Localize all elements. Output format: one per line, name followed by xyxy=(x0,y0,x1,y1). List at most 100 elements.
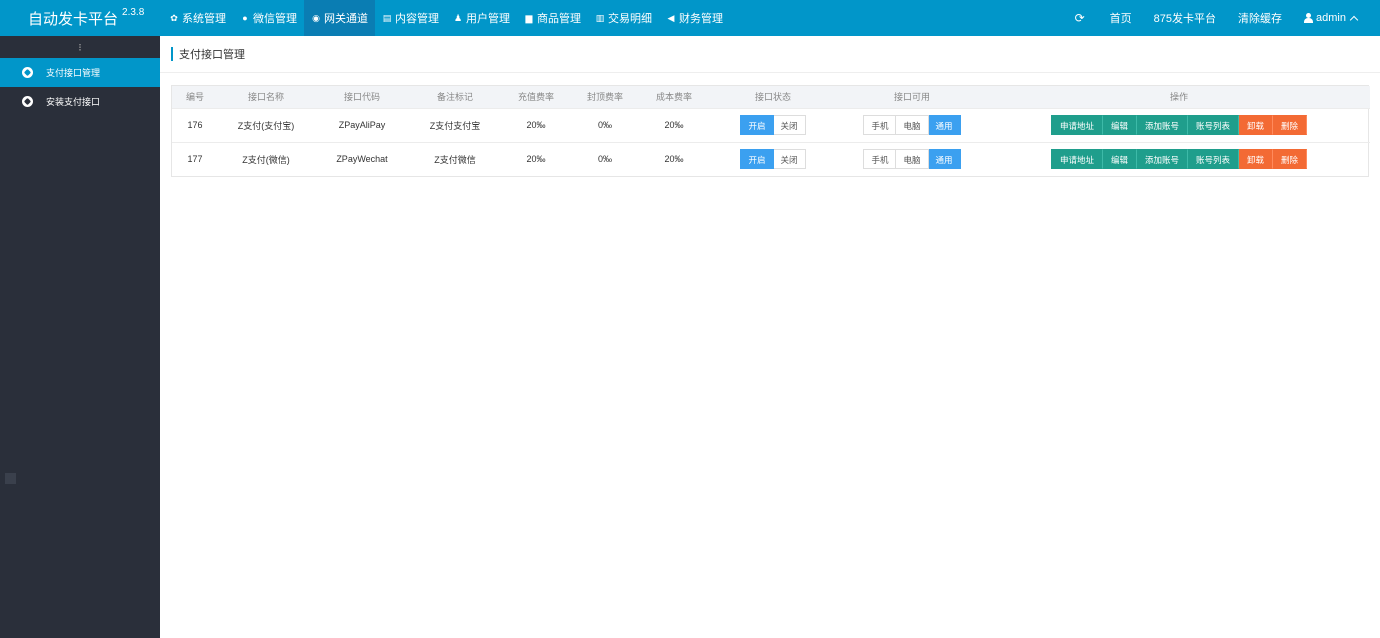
shopping-bag-icon: ▆ xyxy=(525,13,533,23)
cell-remark: Z支付微信 xyxy=(434,154,476,165)
sidebar-item-label: 安装支付接口 xyxy=(46,97,101,107)
cell-cost-rate: 20‰ xyxy=(664,154,684,165)
nav-wechat[interactable]: ● 微信管理 xyxy=(233,0,304,36)
page-header: 支付接口管理 xyxy=(160,36,1380,73)
sidebar-toggle[interactable]: ⁝ xyxy=(0,36,160,58)
delete-button[interactable]: 删除 xyxy=(1273,115,1308,135)
edit-button[interactable]: 编辑 xyxy=(1102,115,1137,135)
mobile-button[interactable]: 手机 xyxy=(863,149,897,170)
gear-icon: ✿ xyxy=(170,13,178,23)
brand-name: 自动发卡平台 xyxy=(28,10,119,28)
sidebar-resize-handle[interactable] xyxy=(5,473,16,484)
nav-finance[interactable]: ◀ 财务管理 xyxy=(659,0,730,36)
cell-status: 开启 关闭 xyxy=(710,108,836,142)
nav-products[interactable]: ▆ 商品管理 xyxy=(517,0,588,36)
clear-cache-link[interactable]: 清除缓存 xyxy=(1227,0,1293,36)
page-title: 支付接口管理 xyxy=(179,49,245,61)
nav-label: 系统管理 xyxy=(182,13,226,25)
col-id: 编号 xyxy=(185,92,204,103)
sidebar-item-label: 支付接口管理 xyxy=(46,68,101,78)
bar-chart-icon: ▥ xyxy=(595,13,605,23)
top-right-nav: ⟳ 首页 875发卡平台 清除缓存 admin xyxy=(1061,0,1380,36)
account-list-button[interactable]: 账号列表 xyxy=(1188,115,1240,135)
cell-availability: 手机 电脑 通用 xyxy=(836,108,988,142)
account-list-button[interactable]: 账号列表 xyxy=(1188,149,1240,170)
brand[interactable]: 自动发卡平台 2.3.8 xyxy=(0,0,160,36)
nav-label: 微信管理 xyxy=(253,13,297,25)
action-buttons: 申请地址 编辑 添加账号 账号列表 卸载 删除 xyxy=(1050,149,1308,170)
sidebar: ⁝ 支付接口管理 安装支付接口 xyxy=(0,36,160,638)
nav-label: 交易明细 xyxy=(608,13,652,25)
gateway-icon: ◉ xyxy=(312,13,320,23)
universal-button[interactable]: 通用 xyxy=(928,149,961,170)
title-accent-bar xyxy=(171,47,173,61)
col-code: 接口代码 xyxy=(343,92,380,103)
add-account-button[interactable]: 添加账号 xyxy=(1136,115,1188,135)
col-status: 接口状态 xyxy=(754,92,791,103)
user-icon xyxy=(1304,13,1314,23)
apply-address-button[interactable]: 申请地址 xyxy=(1050,115,1103,135)
availability-toggle: 手机 电脑 通用 xyxy=(863,115,961,135)
cell-name: Z支付(支付宝) xyxy=(237,120,295,131)
pc-button[interactable]: 电脑 xyxy=(896,149,929,170)
col-cost-rate: 成本费率 xyxy=(655,92,692,103)
status-on-button[interactable]: 开启 xyxy=(740,149,774,170)
top-nav: ✿ 系统管理 ● 微信管理 ◉ 网关通道 ▤ 内容管理 ♟ 用户管理 ▆ 商品管理 ▥ 交易明… xyxy=(162,0,730,36)
col-actions: 操作 xyxy=(1169,92,1188,103)
cell-cost-rate: 20‰ xyxy=(664,120,684,130)
col-recharge-rate: 充值费率 xyxy=(517,92,554,103)
platform-link[interactable]: 875发卡平台 xyxy=(1143,0,1227,36)
universal-button[interactable]: 通用 xyxy=(928,115,961,135)
availability-toggle: 手机 电脑 通用 xyxy=(863,149,961,170)
uninstall-button[interactable]: 卸载 xyxy=(1239,115,1274,135)
nav-content[interactable]: ▤ 内容管理 xyxy=(375,0,446,36)
delete-button[interactable]: 删除 xyxy=(1273,149,1308,170)
cell-recharge-rate: 20‰ xyxy=(526,120,546,130)
user-menu[interactable]: admin xyxy=(1293,0,1368,36)
sidebar-item-payment-interfaces[interactable]: 支付接口管理 xyxy=(0,58,160,87)
status-toggle: 开启 关闭 xyxy=(740,115,806,135)
top-header: 自动发卡平台 2.3.8 ✿ 系统管理 ● 微信管理 ◉ 网关通道 ▤ 内容管理 ♟ 用户… xyxy=(0,0,1380,36)
apply-address-button[interactable]: 申请地址 xyxy=(1050,149,1103,170)
cell-id: 176 xyxy=(187,120,203,130)
table-row: 177 Z支付(微信) ZPayWechat Z支付微信 20‰ 0‰ 20‰ … xyxy=(172,142,1370,176)
status-off-button[interactable]: 关闭 xyxy=(773,115,806,135)
cell-availability: 手机 电脑 通用 xyxy=(836,142,988,176)
edit-button[interactable]: 编辑 xyxy=(1102,149,1137,170)
cell-code: ZPayWechat xyxy=(336,154,388,165)
add-account-button[interactable]: 添加账号 xyxy=(1136,149,1188,170)
uninstall-button[interactable]: 卸载 xyxy=(1239,149,1274,170)
cell-actions: 申请地址 编辑 添加账号 账号列表 卸载 删除 xyxy=(988,108,1370,142)
col-remark: 备注标记 xyxy=(436,92,473,103)
nav-system[interactable]: ✿ 系统管理 xyxy=(162,0,233,36)
nav-label: 用户管理 xyxy=(466,13,510,25)
nav-transactions[interactable]: ▥ 交易明细 xyxy=(588,0,659,36)
table-header-row: 编号 接口名称 接口代码 备注标记 充值费率 封顶费率 成本费率 接口状态 接口… xyxy=(172,86,1370,108)
status-off-button[interactable]: 关闭 xyxy=(773,149,806,170)
col-availability: 接口可用 xyxy=(893,92,930,103)
cell-id: 177 xyxy=(187,154,203,165)
wechat-icon: ● xyxy=(242,13,248,23)
brand-version: 2.3.8 xyxy=(122,6,145,18)
status-toggle: 开启 关闭 xyxy=(740,149,806,170)
nav-label: 内容管理 xyxy=(395,13,439,25)
cell-recharge-rate: 20‰ xyxy=(526,154,546,165)
users-icon: ♟ xyxy=(453,13,463,23)
nav-label: 商品管理 xyxy=(537,13,581,25)
nav-label: 网关通道 xyxy=(324,13,368,25)
nav-gateway[interactable]: ◉ 网关通道 xyxy=(304,0,375,36)
refresh-icon[interactable]: ⟳ xyxy=(1061,11,1099,25)
bullhorn-icon: ◀ xyxy=(667,13,675,23)
nav-users[interactable]: ♟ 用户管理 xyxy=(446,0,517,36)
sidebar-item-install-interface[interactable]: 安装支付接口 xyxy=(0,87,160,116)
football-icon xyxy=(22,96,33,107)
chevron-up-icon xyxy=(1349,15,1359,24)
main-content: 支付接口管理 编号 接口名称 接口代码 备注标记 充值费率 封顶费率 成本费率 … xyxy=(160,36,1380,638)
pc-button[interactable]: 电脑 xyxy=(896,115,929,135)
cell-name: Z支付(微信) xyxy=(242,154,290,165)
home-link[interactable]: 首页 xyxy=(1099,0,1143,36)
status-on-button[interactable]: 开启 xyxy=(740,115,774,135)
mobile-button[interactable]: 手机 xyxy=(863,115,897,135)
cell-status: 开启 关闭 xyxy=(710,142,836,176)
nav-label: 财务管理 xyxy=(679,13,723,25)
